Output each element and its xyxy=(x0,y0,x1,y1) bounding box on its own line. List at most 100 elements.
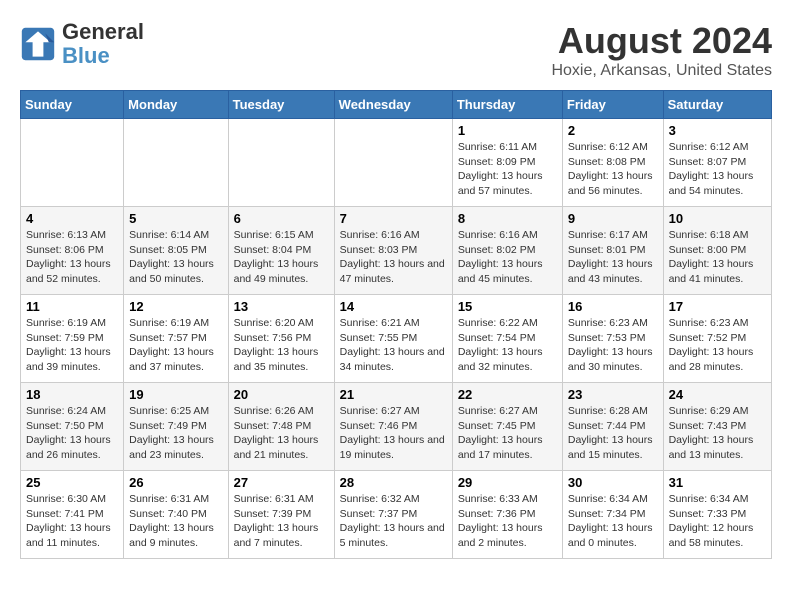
day-number: 12 xyxy=(129,299,222,314)
calendar-cell: 15 Sunrise: 6:22 AMSunset: 7:54 PMDaylig… xyxy=(452,295,562,383)
calendar-cell: 28 Sunrise: 6:32 AMSunset: 7:37 PMDaylig… xyxy=(334,471,452,559)
title-section: August 2024 Hoxie, Arkansas, United Stat… xyxy=(551,20,772,80)
day-info: Sunrise: 6:30 AMSunset: 7:41 PMDaylight:… xyxy=(26,492,118,551)
calendar-week-row: 1 Sunrise: 6:11 AMSunset: 8:09 PMDayligh… xyxy=(21,119,772,207)
day-number: 18 xyxy=(26,387,118,402)
calendar-week-row: 18 Sunrise: 6:24 AMSunset: 7:50 PMDaylig… xyxy=(21,383,772,471)
calendar-table: SundayMondayTuesdayWednesdayThursdayFrid… xyxy=(20,90,772,559)
day-number: 17 xyxy=(669,299,766,314)
day-info: Sunrise: 6:14 AMSunset: 8:05 PMDaylight:… xyxy=(129,228,222,287)
day-header-tuesday: Tuesday xyxy=(228,91,334,119)
logo-text: GeneralBlue xyxy=(62,20,144,68)
calendar-cell: 1 Sunrise: 6:11 AMSunset: 8:09 PMDayligh… xyxy=(452,119,562,207)
calendar-cell: 20 Sunrise: 6:26 AMSunset: 7:48 PMDaylig… xyxy=(228,383,334,471)
day-number: 29 xyxy=(458,475,557,490)
calendar-cell: 9 Sunrise: 6:17 AMSunset: 8:01 PMDayligh… xyxy=(562,207,663,295)
day-info: Sunrise: 6:19 AMSunset: 7:59 PMDaylight:… xyxy=(26,316,118,375)
calendar-cell: 16 Sunrise: 6:23 AMSunset: 7:53 PMDaylig… xyxy=(562,295,663,383)
day-info: Sunrise: 6:25 AMSunset: 7:49 PMDaylight:… xyxy=(129,404,222,463)
day-info: Sunrise: 6:26 AMSunset: 7:48 PMDaylight:… xyxy=(234,404,329,463)
day-number: 31 xyxy=(669,475,766,490)
calendar-cell: 6 Sunrise: 6:15 AMSunset: 8:04 PMDayligh… xyxy=(228,207,334,295)
calendar-cell: 31 Sunrise: 6:34 AMSunset: 7:33 PMDaylig… xyxy=(663,471,771,559)
calendar-cell xyxy=(124,119,228,207)
day-number: 6 xyxy=(234,211,329,226)
day-info: Sunrise: 6:32 AMSunset: 7:37 PMDaylight:… xyxy=(340,492,447,551)
day-info: Sunrise: 6:23 AMSunset: 7:53 PMDaylight:… xyxy=(568,316,658,375)
day-info: Sunrise: 6:33 AMSunset: 7:36 PMDaylight:… xyxy=(458,492,557,551)
day-info: Sunrise: 6:20 AMSunset: 7:56 PMDaylight:… xyxy=(234,316,329,375)
day-info: Sunrise: 6:27 AMSunset: 7:45 PMDaylight:… xyxy=(458,404,557,463)
day-info: Sunrise: 6:17 AMSunset: 8:01 PMDaylight:… xyxy=(568,228,658,287)
calendar-cell: 27 Sunrise: 6:31 AMSunset: 7:39 PMDaylig… xyxy=(228,471,334,559)
calendar-week-row: 11 Sunrise: 6:19 AMSunset: 7:59 PMDaylig… xyxy=(21,295,772,383)
day-info: Sunrise: 6:18 AMSunset: 8:00 PMDaylight:… xyxy=(669,228,766,287)
page-header: GeneralBlue August 2024 Hoxie, Arkansas,… xyxy=(20,20,772,80)
day-info: Sunrise: 6:29 AMSunset: 7:43 PMDaylight:… xyxy=(669,404,766,463)
calendar-cell: 22 Sunrise: 6:27 AMSunset: 7:45 PMDaylig… xyxy=(452,383,562,471)
calendar-cell: 19 Sunrise: 6:25 AMSunset: 7:49 PMDaylig… xyxy=(124,383,228,471)
calendar-cell: 29 Sunrise: 6:33 AMSunset: 7:36 PMDaylig… xyxy=(452,471,562,559)
calendar-cell: 23 Sunrise: 6:28 AMSunset: 7:44 PMDaylig… xyxy=(562,383,663,471)
calendar-cell xyxy=(334,119,452,207)
day-number: 21 xyxy=(340,387,447,402)
day-number: 25 xyxy=(26,475,118,490)
day-info: Sunrise: 6:19 AMSunset: 7:57 PMDaylight:… xyxy=(129,316,222,375)
day-info: Sunrise: 6:12 AMSunset: 8:08 PMDaylight:… xyxy=(568,140,658,199)
calendar-cell: 10 Sunrise: 6:18 AMSunset: 8:00 PMDaylig… xyxy=(663,207,771,295)
day-number: 8 xyxy=(458,211,557,226)
day-info: Sunrise: 6:24 AMSunset: 7:50 PMDaylight:… xyxy=(26,404,118,463)
day-number: 22 xyxy=(458,387,557,402)
day-header-wednesday: Wednesday xyxy=(334,91,452,119)
day-info: Sunrise: 6:12 AMSunset: 8:07 PMDaylight:… xyxy=(669,140,766,199)
day-header-thursday: Thursday xyxy=(452,91,562,119)
calendar-cell: 7 Sunrise: 6:16 AMSunset: 8:03 PMDayligh… xyxy=(334,207,452,295)
day-number: 9 xyxy=(568,211,658,226)
day-number: 4 xyxy=(26,211,118,226)
calendar-cell: 26 Sunrise: 6:31 AMSunset: 7:40 PMDaylig… xyxy=(124,471,228,559)
day-number: 2 xyxy=(568,123,658,138)
day-info: Sunrise: 6:13 AMSunset: 8:06 PMDaylight:… xyxy=(26,228,118,287)
logo-icon xyxy=(20,26,56,62)
day-info: Sunrise: 6:15 AMSunset: 8:04 PMDaylight:… xyxy=(234,228,329,287)
day-number: 5 xyxy=(129,211,222,226)
day-info: Sunrise: 6:16 AMSunset: 8:03 PMDaylight:… xyxy=(340,228,447,287)
calendar-week-row: 4 Sunrise: 6:13 AMSunset: 8:06 PMDayligh… xyxy=(21,207,772,295)
subtitle: Hoxie, Arkansas, United States xyxy=(551,62,772,80)
day-info: Sunrise: 6:31 AMSunset: 7:39 PMDaylight:… xyxy=(234,492,329,551)
day-info: Sunrise: 6:27 AMSunset: 7:46 PMDaylight:… xyxy=(340,404,447,463)
calendar-cell: 11 Sunrise: 6:19 AMSunset: 7:59 PMDaylig… xyxy=(21,295,124,383)
day-info: Sunrise: 6:16 AMSunset: 8:02 PMDaylight:… xyxy=(458,228,557,287)
day-number: 13 xyxy=(234,299,329,314)
logo: GeneralBlue xyxy=(20,20,144,68)
calendar-cell: 3 Sunrise: 6:12 AMSunset: 8:07 PMDayligh… xyxy=(663,119,771,207)
day-number: 1 xyxy=(458,123,557,138)
day-number: 16 xyxy=(568,299,658,314)
day-number: 11 xyxy=(26,299,118,314)
calendar-header-row: SundayMondayTuesdayWednesdayThursdayFrid… xyxy=(21,91,772,119)
day-info: Sunrise: 6:31 AMSunset: 7:40 PMDaylight:… xyxy=(129,492,222,551)
main-title: August 2024 xyxy=(551,20,772,62)
day-number: 24 xyxy=(669,387,766,402)
day-info: Sunrise: 6:23 AMSunset: 7:52 PMDaylight:… xyxy=(669,316,766,375)
day-header-monday: Monday xyxy=(124,91,228,119)
day-info: Sunrise: 6:34 AMSunset: 7:33 PMDaylight:… xyxy=(669,492,766,551)
calendar-cell: 2 Sunrise: 6:12 AMSunset: 8:08 PMDayligh… xyxy=(562,119,663,207)
calendar-week-row: 25 Sunrise: 6:30 AMSunset: 7:41 PMDaylig… xyxy=(21,471,772,559)
day-number: 7 xyxy=(340,211,447,226)
day-header-friday: Friday xyxy=(562,91,663,119)
calendar-cell: 12 Sunrise: 6:19 AMSunset: 7:57 PMDaylig… xyxy=(124,295,228,383)
day-number: 3 xyxy=(669,123,766,138)
day-info: Sunrise: 6:34 AMSunset: 7:34 PMDaylight:… xyxy=(568,492,658,551)
calendar-cell: 30 Sunrise: 6:34 AMSunset: 7:34 PMDaylig… xyxy=(562,471,663,559)
day-number: 27 xyxy=(234,475,329,490)
day-number: 23 xyxy=(568,387,658,402)
day-info: Sunrise: 6:28 AMSunset: 7:44 PMDaylight:… xyxy=(568,404,658,463)
calendar-cell xyxy=(228,119,334,207)
day-number: 26 xyxy=(129,475,222,490)
day-number: 15 xyxy=(458,299,557,314)
day-number: 14 xyxy=(340,299,447,314)
day-number: 28 xyxy=(340,475,447,490)
calendar-cell: 18 Sunrise: 6:24 AMSunset: 7:50 PMDaylig… xyxy=(21,383,124,471)
calendar-cell: 4 Sunrise: 6:13 AMSunset: 8:06 PMDayligh… xyxy=(21,207,124,295)
